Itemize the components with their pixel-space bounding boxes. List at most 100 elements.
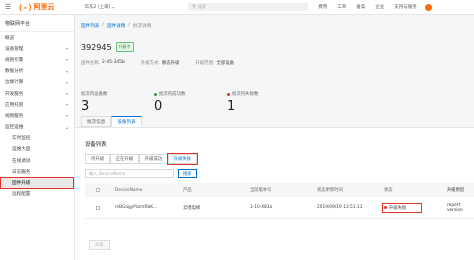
- nav-support[interactable]: 支持与服务: [394, 4, 417, 10]
- sidebar-item-online-debug[interactable]: 在线调试: [0, 155, 74, 166]
- sidebar-item-data-analysis[interactable]: 数据分析 ▾: [0, 66, 74, 77]
- menu-icon[interactable]: ☰: [0, 0, 16, 15]
- subtab-success[interactable]: 升级成功: [138, 154, 169, 164]
- sidebar-item-label: 设备管理: [5, 46, 24, 52]
- sidebar-item-label: 远程配置: [12, 192, 31, 198]
- sidebar: 物联网平台 概览 设备管理 ▾ 规则引擎 ▾ 数据分析 ▾ 边缘计算 ▾ 开发服务 ▾ 应…: [0, 15, 75, 260]
- sidebar-item-edge-computing[interactable]: 边缘计算 ▾: [0, 77, 74, 88]
- meta-key-firmware-name: 固件名称:: [81, 61, 101, 66]
- sidebar-item-label: 数据分析: [5, 69, 24, 75]
- table-header: DeviceName 产品 当前版本号 状态更新时间 状态 升级原因: [85, 183, 474, 197]
- upgrade-button[interactable]: 升级: [89, 240, 110, 250]
- chevron-down-icon: ▾: [65, 46, 68, 52]
- col-update-time: 状态更新时间: [317, 188, 343, 193]
- stat-success-count: 批次内成功数 0: [154, 91, 227, 114]
- chevron-down-icon: ▾: [65, 102, 68, 108]
- stat-label: 批次内成功数: [159, 92, 186, 97]
- chevron-up-icon: ▴: [65, 124, 68, 130]
- cell-update-time: 2019/09/19 13:51:13: [317, 205, 363, 210]
- status-subtabs: 待升级 正在升级 升级成功 升级失败: [85, 153, 198, 165]
- tab-device-list[interactable]: 设备列表: [111, 116, 142, 127]
- breadcrumb-firmware-detail[interactable]: 固件详情: [107, 23, 125, 29]
- sidebar-item-remote-config[interactable]: 远程配置: [0, 189, 74, 200]
- sidebar-item-realtime-monitor[interactable]: 实时监控: [0, 133, 74, 144]
- chevron-down-icon: ▾: [65, 79, 68, 85]
- stat-label-wrap: 批次内失败数: [227, 91, 300, 97]
- subtab-pending[interactable]: 待升级: [85, 154, 111, 164]
- meta-value-upgrade-scope: 全部设备: [216, 61, 235, 66]
- nav-enterprise[interactable]: 企业: [375, 4, 384, 10]
- filter-bar: 输入 DeviceName 搜索: [85, 169, 197, 178]
- col-version: 当前版本号: [250, 188, 272, 193]
- status-badge: 升级中: [115, 42, 134, 52]
- sidebar-item-label: 在线调试: [12, 158, 31, 164]
- stat-value: 1: [227, 99, 236, 114]
- sidebar-item-label: 监控运维: [5, 125, 24, 131]
- col-product: 产品: [183, 188, 192, 193]
- sidebar-item-rule-engine[interactable]: 规则引擎 ▾: [0, 54, 74, 65]
- sidebar-item-label: 规则引擎: [5, 57, 24, 63]
- nav-tickets[interactable]: 工单: [337, 4, 346, 10]
- stat-device-count: 批次内设备数 3: [81, 91, 154, 114]
- sidebar-item-firmware-upgrade[interactable]: 固件升级: [0, 177, 74, 189]
- detail-tabs: 批次信息 设备列表: [81, 116, 142, 127]
- search-button[interactable]: 搜索: [178, 169, 197, 178]
- logo-text: 阿里云: [33, 3, 55, 11]
- sidebar-item-monitoring[interactable]: 监控运维 ▴: [0, 122, 74, 133]
- sidebar-item-device-management[interactable]: 设备管理 ▾: [0, 43, 74, 54]
- cell-version: 1-10-483a: [250, 205, 273, 210]
- cell-status: 升级失败: [381, 202, 423, 213]
- cell-devicename[interactable]: mBGagyPszmRbK...: [115, 205, 157, 210]
- top-bar: ☰ (-) 阿里云 华东2 (上海) ▾ ⚲ 搜索 费用 工单 备案 企业 支持…: [0, 0, 474, 15]
- failure-dot-icon: [384, 206, 387, 209]
- meta-key-upgrade-scope: 升级范围:: [195, 61, 215, 66]
- sidebar-item-ops-dashboard[interactable]: 运维大盘: [0, 144, 74, 155]
- stat-label-wrap: 批次内成功数: [154, 91, 227, 97]
- nav-billing[interactable]: 费用: [318, 4, 327, 10]
- cell-reason: report version: [447, 202, 463, 213]
- avatar[interactable]: [424, 3, 432, 11]
- breadcrumb-firmware-list[interactable]: 固件列表: [81, 23, 99, 29]
- chevron-down-icon: ▾: [65, 91, 68, 97]
- firmware-meta: 固件名称: 2-45-345b 升级方式: 静态升级 升级范围: 全部设备: [81, 60, 250, 66]
- tab-batch-info[interactable]: 批次信息: [81, 116, 112, 127]
- sidebar-item-log-service[interactable]: 日志服务: [0, 166, 74, 177]
- col-devicename: DeviceName: [115, 187, 143, 193]
- nav-icp[interactable]: 备案: [356, 4, 365, 10]
- logo[interactable]: (-) 阿里云: [18, 2, 54, 12]
- stat-value: 0: [154, 99, 163, 114]
- col-status: 状态: [384, 188, 393, 193]
- sidebar-item-dev-services[interactable]: 开发服务 ▾: [0, 88, 74, 99]
- region-selector[interactable]: 华东2 (上海) ▾: [84, 4, 114, 11]
- subtab-upgrading[interactable]: 正在升级: [109, 154, 140, 164]
- device-name-search-input[interactable]: 输入 DeviceName: [85, 169, 174, 178]
- page-title: 392945: [81, 42, 112, 52]
- subtab-failed[interactable]: 升级失败: [167, 153, 198, 165]
- search-input[interactable]: ⚲ 搜索: [188, 3, 309, 11]
- chevron-down-icon: ▾: [65, 57, 68, 63]
- sidebar-item-label: 视频服务: [5, 113, 24, 119]
- title-row: 392945 升级中: [81, 42, 134, 52]
- top-nav: 费用 工单 备案 企业 支持与服务: [318, 4, 417, 10]
- device-list-panel: 设备列表 待升级 正在升级 升级成功 升级失败 输入 DeviceName 搜索…: [75, 127, 474, 260]
- select-all-checkbox[interactable]: [96, 188, 100, 192]
- sidebar-item-label: 实时监控: [12, 136, 31, 142]
- cell-product: 云喂电梯: [183, 205, 201, 211]
- failure-dot-icon: [227, 92, 230, 96]
- sidebar-item-label: 固件升级: [12, 181, 31, 187]
- sidebar-item-app-hosting[interactable]: 应用托管 ▾: [0, 99, 74, 110]
- meta-value-firmware-name: 2-45-345b: [102, 60, 125, 65]
- region-label: 华东2 (上海): [84, 5, 111, 10]
- sidebar-item-label: 日志服务: [12, 169, 31, 175]
- sidebar-item-video-services[interactable]: 视频服务 ▾: [0, 110, 74, 121]
- row-checkbox[interactable]: [96, 205, 100, 210]
- sidebar-item-label: 概览: [5, 35, 15, 41]
- stat-value: 3: [81, 99, 90, 114]
- chevron-down-icon: ▾: [65, 68, 68, 74]
- stat-failure-count: 批次内失败数 1: [227, 91, 300, 114]
- stat-label: 批次内设备数: [81, 92, 108, 97]
- sidebar-platform-title: 物联网平台: [0, 15, 74, 32]
- meta-value-upgrade-mode: 静态升级: [161, 61, 180, 66]
- success-dot-icon: [154, 92, 157, 96]
- sidebar-item-overview[interactable]: 概览: [0, 32, 74, 43]
